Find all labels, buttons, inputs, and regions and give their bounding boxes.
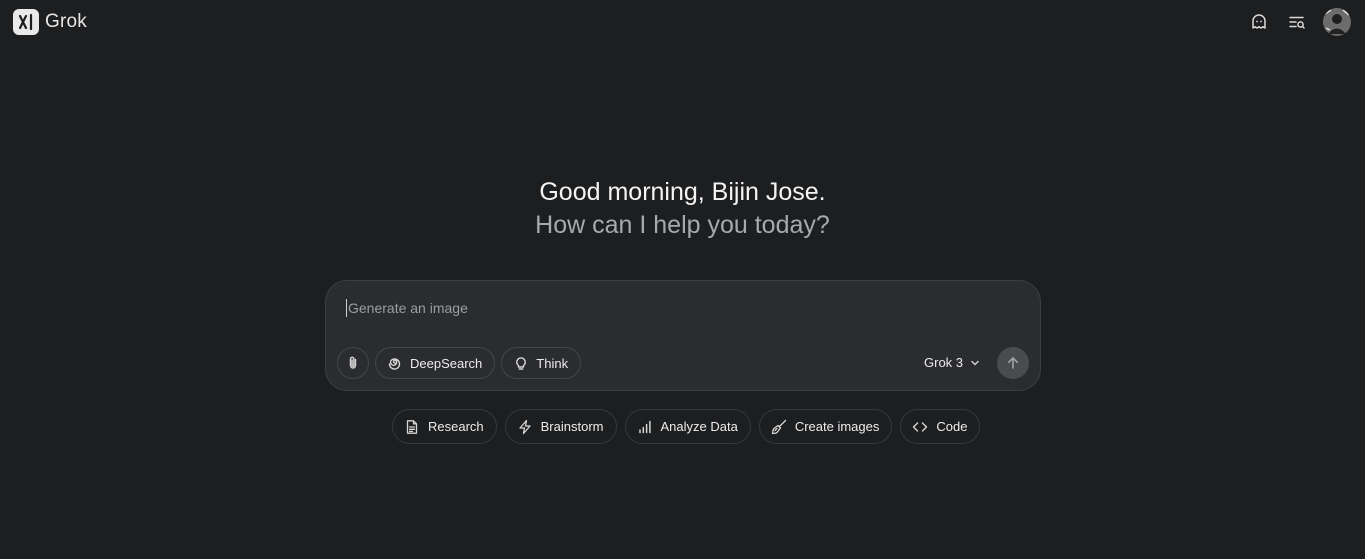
arrow-up-icon [1008,356,1018,369]
chip-label: Brainstorm [540,419,604,434]
greeting-subtitle: How can I help you today? [535,211,830,239]
think-button[interactable]: Think [501,347,582,379]
chip-research[interactable]: Research [392,409,497,444]
grok-logo-icon [13,9,39,35]
deepsearch-button[interactable]: DeepSearch [375,347,496,379]
brand-name: Grok [45,11,87,32]
chip-analyze-data[interactable]: Analyze Data [624,409,751,444]
composer-tools: DeepSearch Think [337,347,582,379]
chip-label: Analyze Data [660,419,738,434]
chip-label: Code [936,419,968,434]
greeting: Good morning, Bijin Jose. How can I help… [0,176,1365,242]
attach-button[interactable] [337,347,369,379]
spiral-icon [388,358,401,370]
ghost-icon[interactable] [1247,8,1271,36]
avatar[interactable] [1323,8,1351,36]
chip-create-images[interactable]: Create images [758,409,893,444]
top-actions [1247,8,1351,36]
suggestion-chips: Research Brainstorm Analyze Data Create … [392,409,981,444]
chip-code[interactable]: Code [900,409,981,444]
history-icon[interactable] [1285,8,1309,36]
lightning-icon [518,419,531,434]
bar-chart-icon [638,420,651,433]
send-button[interactable] [997,347,1029,379]
chip-label: Create images [794,419,880,434]
paperclip-icon [349,356,357,369]
model-select[interactable]: Grok 3 [924,355,981,370]
prompt-input[interactable] [346,299,1006,317]
code-icon [913,421,928,432]
chip-label: Research [428,419,484,434]
chip-brainstorm[interactable]: Brainstorm [504,409,617,444]
brand[interactable]: Grok [13,9,87,35]
deepsearch-label: DeepSearch [410,355,483,371]
think-label: Think [536,355,569,371]
composer: DeepSearch Think Grok 3 [325,280,1041,391]
document-icon [406,419,418,434]
brush-icon [771,419,786,434]
grok-home: Grok Good morning, Bijin Jose. How can I… [0,0,1365,559]
lightbulb-icon [516,357,527,370]
model-label: Grok 3 [924,355,964,370]
chevron-down-icon [971,360,979,365]
greeting-title: Good morning, Bijin Jose. [539,178,826,206]
